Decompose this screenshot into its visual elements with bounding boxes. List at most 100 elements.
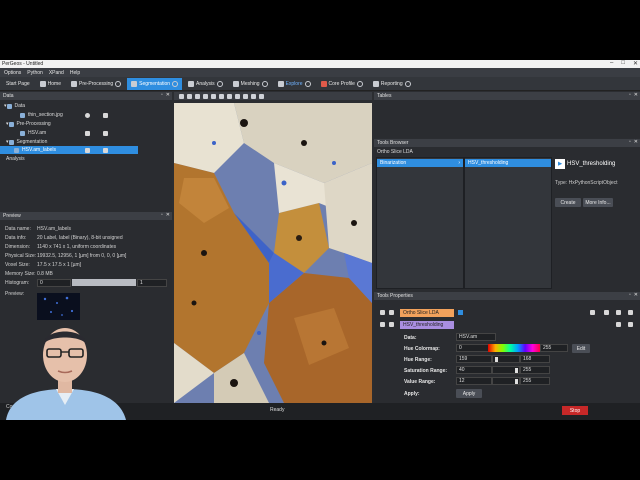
slider-knob[interactable]: [515, 379, 518, 384]
close-icon[interactable]: ✕: [634, 92, 638, 98]
visibility-eye-icon[interactable]: [85, 131, 90, 136]
perspective-icon[interactable]: [243, 93, 248, 99]
create-button[interactable]: Create: [555, 198, 581, 207]
data-select[interactable]: HSV.am: [456, 333, 496, 341]
close-icon[interactable]: ✕: [166, 92, 170, 98]
histogram-max-field[interactable]: 1: [137, 278, 167, 287]
float-icon[interactable]: ▫: [629, 292, 631, 298]
tab-explore[interactable]: Explore: [274, 78, 315, 90]
slider-knob[interactable]: [495, 357, 498, 362]
seek-icon[interactable]: [219, 93, 224, 99]
hue-range-min[interactable]: 159: [456, 355, 492, 363]
prop-data-info: Data info: 20 Label, label (Binary), 8-bi…: [5, 233, 123, 242]
lock-icon[interactable]: [604, 310, 609, 315]
visibility-icon[interactable]: [380, 310, 385, 315]
view-all-icon[interactable]: [235, 93, 240, 99]
visibility-icon[interactable]: [380, 322, 385, 327]
export-icon[interactable]: [103, 113, 108, 118]
tool-category-column: Binarization ›: [376, 157, 464, 289]
maximize-button[interactable]: □: [621, 60, 625, 67]
gear-icon[interactable]: [356, 80, 363, 87]
layout-icon[interactable]: [251, 93, 256, 99]
close-icon[interactable]: ✕: [166, 212, 170, 218]
help-icon[interactable]: [616, 322, 621, 327]
save-icon[interactable]: [590, 310, 595, 315]
float-icon[interactable]: ▫: [161, 212, 163, 218]
gear-icon[interactable]: [172, 80, 179, 87]
tab-meshing[interactable]: Meshing: [229, 78, 272, 90]
tab-analysis[interactable]: Analysis: [184, 78, 227, 90]
tree-item-pre-processing[interactable]: ▾ Pre-Processing: [0, 120, 172, 128]
link-icon[interactable]: [389, 322, 394, 327]
hue-range-max[interactable]: 168: [520, 355, 550, 363]
histogram-min-field[interactable]: 0: [37, 278, 71, 287]
tree-label: Segmentation: [16, 139, 48, 145]
tab-core-profile[interactable]: Core Profile: [317, 78, 367, 90]
minimize-button[interactable]: –: [610, 60, 613, 67]
home-view-icon[interactable]: [227, 93, 232, 99]
tag-ortho-slice[interactable]: Ortho Slice LDA: [400, 309, 454, 317]
tree-item-data[interactable]: ▾ Data: [0, 102, 172, 110]
tree-label: Analysis: [6, 156, 25, 162]
tag-hsv-thresholding[interactable]: HSV_thresholding: [400, 321, 454, 329]
float-icon[interactable]: ▫: [629, 92, 631, 98]
saturation-range-min[interactable]: 40: [456, 366, 492, 374]
hue-colormap-max[interactable]: 255: [540, 344, 568, 352]
help-icon[interactable]: [616, 310, 621, 315]
hue-colormap-min[interactable]: 0: [456, 344, 490, 352]
panel-title: Tools Properties: [377, 293, 413, 299]
tool-hsv-thresholding[interactable]: HSV_thresholding: [465, 159, 551, 167]
tree-item-analysis[interactable]: Analysis: [0, 155, 172, 163]
stop-button[interactable]: Stop: [562, 406, 588, 415]
gear-icon[interactable]: [261, 80, 268, 87]
tab-home[interactable]: Home: [36, 78, 65, 90]
visibility-eye-icon[interactable]: [85, 148, 90, 153]
menu-options[interactable]: Options: [4, 70, 21, 76]
saturation-range-max[interactable]: 255: [520, 366, 550, 374]
gear-icon[interactable]: [404, 80, 411, 87]
hue-colormap-bar[interactable]: [488, 344, 540, 352]
gear-icon[interactable]: [115, 80, 122, 87]
export-icon[interactable]: [103, 131, 108, 136]
tab-start-page[interactable]: Start Page: [2, 78, 34, 90]
tab-reporting[interactable]: Reporting: [369, 78, 415, 90]
hue-range-slider[interactable]: [492, 355, 520, 363]
menu-help[interactable]: Help: [70, 70, 80, 76]
tab-segmentation[interactable]: Segmentation: [127, 77, 183, 90]
more-info-button[interactable]: More Info...: [583, 198, 613, 207]
menu-python[interactable]: Python: [27, 70, 43, 76]
export-icon[interactable]: [103, 148, 108, 153]
edit-colormap-button[interactable]: Edit: [572, 344, 590, 353]
tree-item-hsv-labels[interactable]: HSV.am_labels: [0, 146, 138, 154]
3d-viewer[interactable]: [174, 103, 372, 403]
value-range-slider[interactable]: [492, 377, 520, 385]
visibility-eye-icon[interactable]: [85, 113, 90, 118]
link-icon[interactable]: [389, 310, 394, 315]
saturation-range-slider[interactable]: [492, 366, 520, 374]
thin-section-image: [174, 103, 372, 403]
settings-icon[interactable]: [628, 322, 633, 327]
close-button[interactable]: ✕: [633, 60, 638, 67]
float-icon[interactable]: ▫: [161, 92, 163, 98]
gear-icon[interactable]: [304, 80, 311, 87]
slider-knob[interactable]: [515, 368, 518, 373]
pan-icon[interactable]: [203, 93, 208, 99]
float-icon[interactable]: ▫: [629, 139, 631, 145]
rotate-icon[interactable]: [195, 93, 200, 99]
interact-icon[interactable]: [187, 93, 192, 99]
close-icon[interactable]: ✕: [634, 292, 638, 298]
value-range-max[interactable]: 255: [520, 377, 550, 385]
category-binarization[interactable]: Binarization ›: [377, 159, 463, 167]
snapshot-icon[interactable]: [259, 93, 264, 99]
settings-icon[interactable]: [628, 310, 633, 315]
zoom-icon[interactable]: [211, 93, 216, 99]
apply-button[interactable]: Apply: [456, 389, 482, 398]
close-icon[interactable]: ✕: [634, 139, 638, 145]
pointer-icon[interactable]: [179, 93, 184, 99]
gear-icon[interactable]: [216, 80, 223, 87]
color-swatch-icon[interactable]: [458, 310, 463, 315]
menu-xpand[interactable]: XPand: [49, 70, 64, 76]
value-range-min[interactable]: 12: [456, 377, 492, 385]
tree-item-segmentation[interactable]: ▾ Segmentation: [0, 138, 172, 146]
tab-pre-processing[interactable]: Pre-Processing: [67, 78, 125, 90]
